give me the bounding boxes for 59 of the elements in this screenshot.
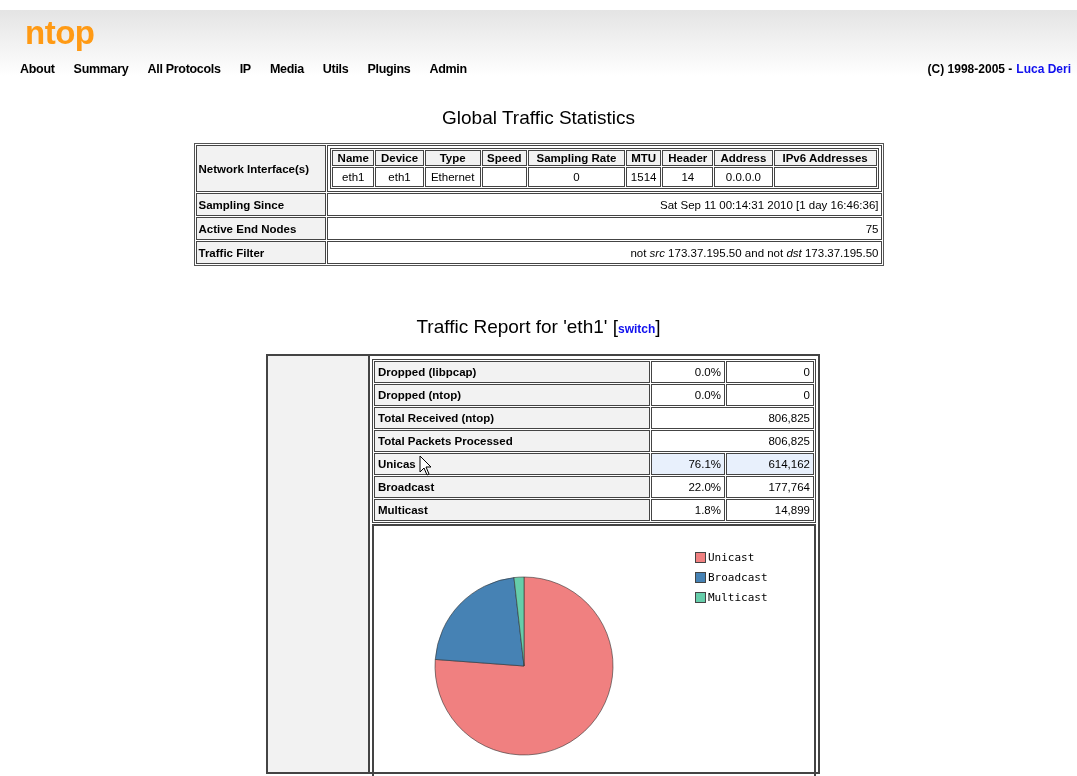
table-cell: 14: [662, 167, 714, 187]
row-header: Multicast: [374, 499, 650, 521]
menu-item[interactable]: Plugins: [367, 62, 411, 76]
table-cell: 0.0.0.0: [714, 167, 773, 187]
table-cell: 806,825: [651, 430, 814, 452]
menu-item[interactable]: Utils: [322, 62, 349, 76]
table-cell: 75: [327, 217, 882, 240]
column-header: Header: [662, 150, 714, 166]
column-header: Sampling Rate: [528, 150, 625, 166]
row-header: Total Received (ntop): [374, 407, 650, 429]
section-title: Traffic Report for 'eth1' [: [416, 316, 618, 337]
table-cell: 0: [528, 167, 625, 187]
column-header: Name: [332, 150, 375, 166]
row-header: Total Packets Processed: [374, 430, 650, 452]
switch-link[interactable]: switch: [617, 322, 656, 336]
table-cell: 0.0%: [651, 361, 725, 383]
table-cell: 177,764: [726, 476, 814, 498]
menu-item[interactable]: All Protocols: [147, 62, 221, 76]
menu-item[interactable]: Media: [269, 62, 304, 76]
table-cell: Ethernet: [424, 167, 481, 187]
table-cell: 0.0%: [651, 384, 725, 406]
table-cell: Sat Sep 11 00:14:31 2010 [1 day 16:46:36]: [327, 193, 882, 216]
legend-label: Multicast: [708, 590, 768, 604]
table-cell: 806,825: [651, 407, 814, 429]
table-cell: eth1: [375, 167, 424, 187]
author-link[interactable]: Luca Deri: [1016, 62, 1071, 76]
row-header: Active End Nodes: [195, 217, 327, 240]
column-header: MTU: [625, 150, 662, 166]
column-header: Device: [375, 150, 424, 166]
menu-item[interactable]: Summary: [73, 62, 129, 76]
bracket-text: ]: [655, 316, 661, 337]
table-cell: 76.1%: [651, 453, 725, 475]
table-cell: 1514: [625, 167, 662, 187]
table-cell: 614,162: [726, 453, 814, 475]
legend-label: Broadcast: [708, 570, 768, 584]
legend-label: Unicast: [708, 550, 755, 564]
table-cell: 0: [726, 361, 814, 383]
table-cell: 22.0%: [651, 476, 725, 498]
menu-item[interactable]: IP: [239, 62, 251, 76]
row-header: Sampling Since: [195, 193, 327, 216]
menu-item[interactable]: About: [20, 62, 55, 76]
row-header: Unicas: [374, 453, 650, 475]
table-cell: not src 173.37.195.50 and not dst 173.37.195.50: [327, 241, 882, 264]
row-header: Traffic Filter: [195, 241, 327, 264]
section-title: Global Traffic Statistics: [441, 107, 636, 129]
column-header: IPv6 Addresses: [773, 150, 877, 166]
row-header: Network Interface(s): [195, 145, 327, 192]
column-header: Type: [424, 150, 481, 166]
table-cell: eth1: [332, 167, 375, 187]
row-header: Broadcast: [374, 476, 650, 498]
menu-item[interactable]: Admin: [429, 62, 467, 76]
copyright-text: (C) 1998-2005 -: [927, 62, 1013, 76]
row-header: Dropped (libpcap): [374, 361, 650, 383]
table-cell: 0: [726, 384, 814, 406]
column-header: Address: [714, 150, 773, 166]
row-header: Dropped (ntop): [374, 384, 650, 406]
table-cell: 14,899: [726, 499, 814, 521]
column-header: Speed: [481, 150, 528, 166]
table-cell: 1.8%: [651, 499, 725, 521]
